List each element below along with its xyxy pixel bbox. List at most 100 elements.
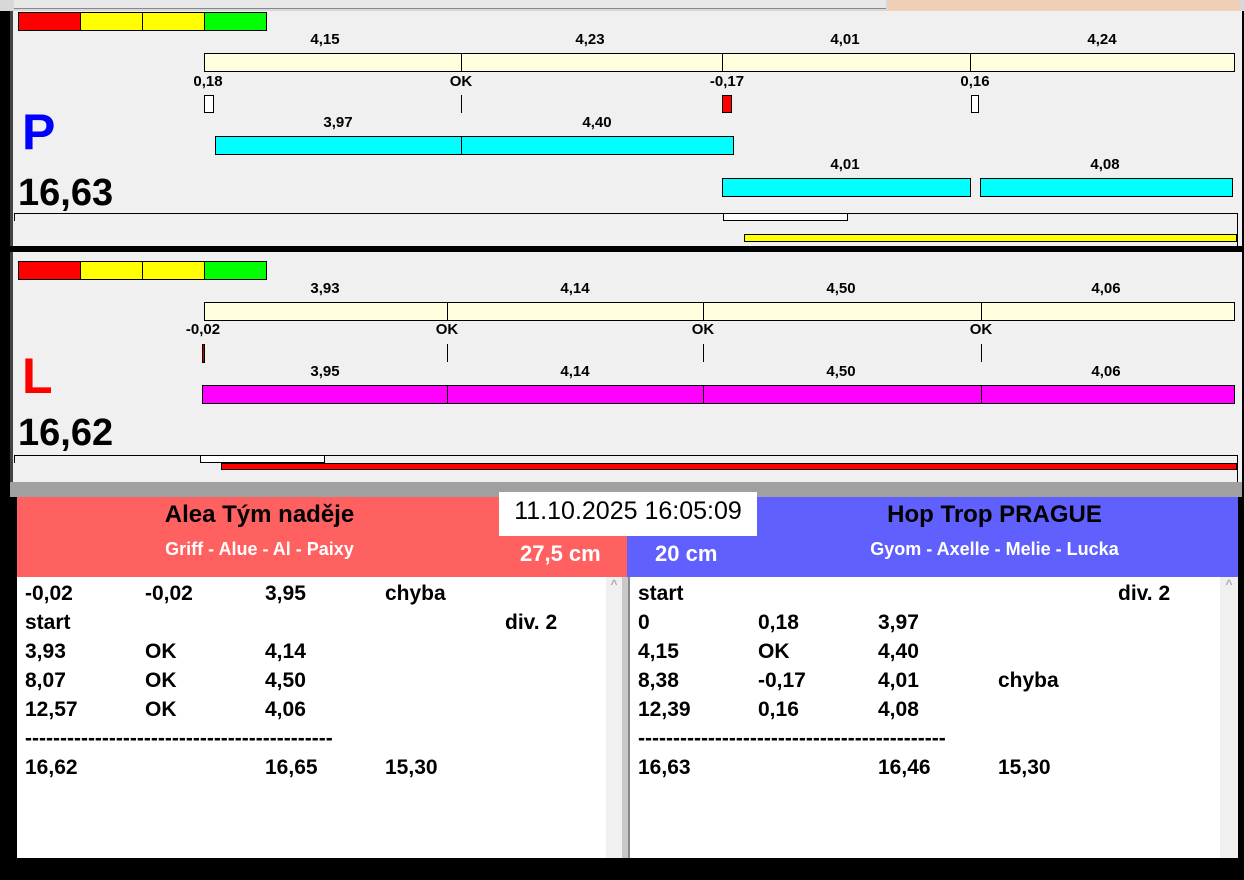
lane-l-panel xyxy=(10,252,1242,482)
score-scale-cell xyxy=(80,261,143,280)
datetime: 11.10.2025 16:05:09 xyxy=(499,492,757,536)
log-cell: OK xyxy=(145,640,177,663)
left-team-name: Alea Tým naděje xyxy=(164,501,355,528)
runner-segment xyxy=(722,178,971,197)
splitter[interactable] xyxy=(622,577,630,858)
log-row: ----------------------------------------… xyxy=(630,727,1220,756)
split-time-label: 4,50 xyxy=(826,280,856,297)
segment-label: 3,97 xyxy=(323,114,353,131)
log-row: start div. 2 xyxy=(630,582,1220,611)
log-cell: ----------------------------------------… xyxy=(638,727,946,750)
log-cell: 3,95 xyxy=(265,582,306,605)
log-cell: 4,01 xyxy=(878,669,919,692)
score-scale-cell xyxy=(80,12,143,31)
score-scale-cell xyxy=(204,261,267,280)
reference-segment xyxy=(461,53,723,72)
reference-segment xyxy=(703,302,982,321)
log-row: 12,39 0,16 4,08 xyxy=(630,698,1220,727)
reference-segment xyxy=(204,53,462,72)
score-scale-cell xyxy=(204,12,267,31)
progress-bar-red xyxy=(221,463,1237,470)
log-row: 4,15 OK 4,40 xyxy=(630,640,1220,669)
log-row: 0 0,18 3,97 xyxy=(630,611,1220,640)
segment-label: 4,08 xyxy=(1090,156,1120,173)
log-cell: OK xyxy=(145,669,177,692)
diff-label: 0,18 xyxy=(193,73,223,90)
tab-strip[interactable] xyxy=(14,0,886,9)
window-top-strip xyxy=(0,0,1244,11)
runner-segment xyxy=(447,385,704,404)
split-time-label: 4,15 xyxy=(310,31,340,48)
progress-bar-white xyxy=(723,213,848,221)
log-cell: 4,15 xyxy=(638,640,679,663)
reference-segment xyxy=(722,53,971,72)
log-cell: chyba xyxy=(385,582,446,605)
diff-tick xyxy=(447,344,448,362)
right-scrollbar[interactable]: ^ xyxy=(1220,577,1238,858)
progress-frame xyxy=(1237,455,1238,482)
log-cell: 12,39 xyxy=(638,698,691,721)
segment-label: 4,50 xyxy=(826,363,856,380)
segment-label: 4,14 xyxy=(560,363,590,380)
log-cell: -0,02 xyxy=(25,582,73,605)
log-cell: 16,46 xyxy=(878,756,931,779)
progress-frame xyxy=(14,455,15,463)
segment-label: 4,40 xyxy=(582,114,612,131)
progress-frame xyxy=(14,213,15,221)
diff-label: OK xyxy=(691,321,715,338)
log-cell: -0,17 xyxy=(758,669,806,692)
log-row: -0,02 -0,02 3,95 chyba xyxy=(17,582,606,611)
runner-segment xyxy=(215,136,462,155)
split-time-label: 3,93 xyxy=(310,280,340,297)
log-cell: 3,93 xyxy=(25,640,66,663)
title-area xyxy=(888,0,1240,11)
log-cell: -0,02 xyxy=(145,582,193,605)
split-time-label: 4,01 xyxy=(830,31,860,48)
log-row: 16,62 16,65 15,30 xyxy=(17,756,606,785)
log-cell: 0,18 xyxy=(758,611,799,634)
log-cell: 0,16 xyxy=(758,698,799,721)
log-cell: 8,07 xyxy=(25,669,66,692)
score-scale-cell xyxy=(18,261,81,280)
log-row: 8,38 -0,17 4,01 chyba xyxy=(630,669,1220,698)
log-cell: OK xyxy=(145,698,177,721)
right-team-members: Gyom - Axelle - Melie - Lucka xyxy=(870,539,1119,559)
diff-tick xyxy=(981,344,982,362)
log-row: 3,93 OK 4,14 xyxy=(17,640,606,669)
log-cell: 15,30 xyxy=(385,756,438,779)
log-cell: 0 xyxy=(638,611,650,634)
split-time-label: 4,24 xyxy=(1087,31,1117,48)
diff-label: OK xyxy=(449,73,473,90)
log-cell: ----------------------------------------… xyxy=(25,727,333,750)
lane-letter: L xyxy=(22,348,53,404)
left-team-height: 27,5 cm xyxy=(520,541,601,566)
log-cell: 4,40 xyxy=(878,640,919,663)
diff-label: 0,16 xyxy=(960,73,990,90)
runner-segment xyxy=(202,385,448,404)
diff-tick xyxy=(703,344,704,362)
log-cell: start xyxy=(25,611,71,634)
log-cell: div. 2 xyxy=(505,611,558,634)
right-team-name: Hop Trop PRAGUE xyxy=(887,501,1102,528)
runner-segment xyxy=(703,385,982,404)
log-cell: 15,30 xyxy=(998,756,1051,779)
log-cell: 3,97 xyxy=(878,611,919,634)
log-cell: 4,06 xyxy=(265,698,306,721)
left-scrollbar[interactable]: ^ xyxy=(606,577,622,858)
diff-marker-error xyxy=(722,95,732,113)
reference-segment xyxy=(204,302,448,321)
log-cell: 8,38 xyxy=(638,669,679,692)
left-team-log[interactable]: -0,02 -0,02 3,95 chyba start div. 2 3,93 OK 4,14… xyxy=(17,577,606,858)
right-team-log[interactable]: start div. 2 0 0,18 3,97 4,15 OK 4,40 8,38 -0,17 4… xyxy=(630,577,1220,858)
log-cell: 4,08 xyxy=(878,698,919,721)
log-cell: div. 2 xyxy=(1118,582,1171,605)
left-team-members: Griff - Alue - Al - Paixy xyxy=(165,539,354,559)
reference-segment xyxy=(981,302,1235,321)
lane-total: 16,63 xyxy=(18,172,114,214)
lane-total: 16,62 xyxy=(18,412,114,454)
score-scale-cell xyxy=(18,12,81,31)
log-row: 12,57 OK 4,06 xyxy=(17,698,606,727)
log-cell: start xyxy=(638,582,684,605)
split-time-label: 4,06 xyxy=(1091,280,1121,297)
runner-segment xyxy=(980,178,1233,197)
